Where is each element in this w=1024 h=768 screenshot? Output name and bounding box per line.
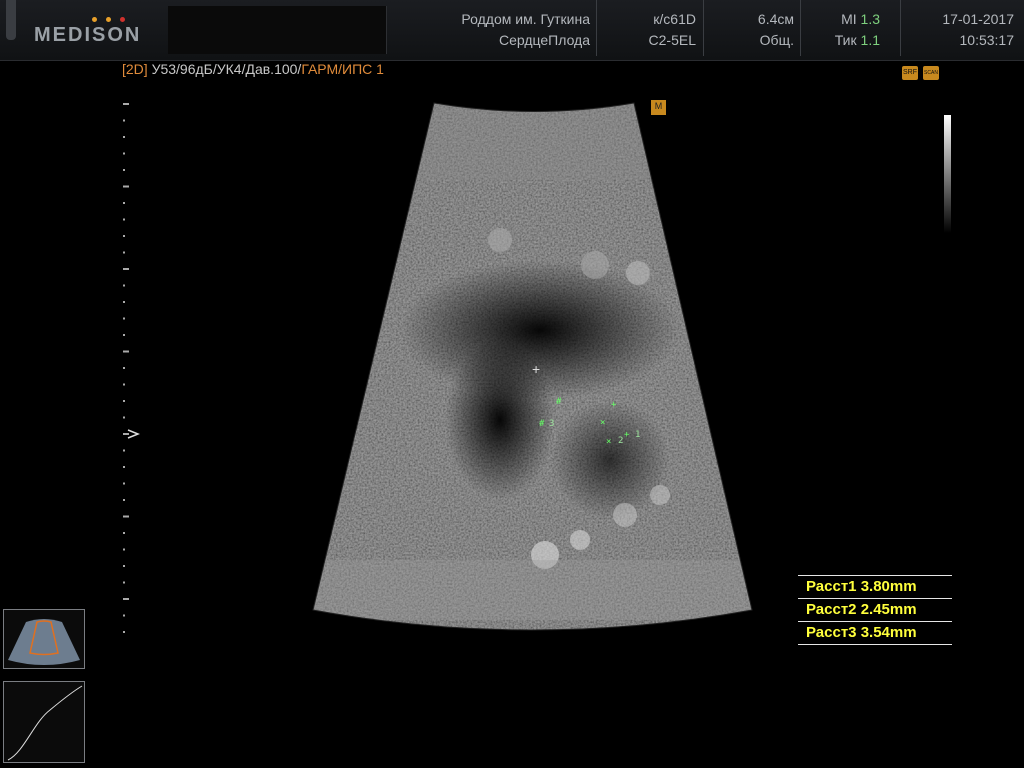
measurement-row: Расст2 2.45mm [798,599,952,622]
depth-tick [123,515,129,518]
caliper-mark[interactable]: + [611,400,616,410]
gain-curve-thumbnail[interactable] [3,681,85,763]
depth-tick [123,334,125,336]
depth-tick [123,532,125,534]
caliper-mark[interactable]: × [606,437,611,447]
sector-thumbnail-icon [8,619,80,665]
depth-tick [123,466,125,468]
caliper-mark[interactable]: # [539,419,544,429]
measurement-row: Расст3 3.54mm [798,622,952,645]
depth-tick [123,268,129,270]
focus-marker-icon [127,429,140,439]
depth-tick [123,499,125,501]
depth-tick [123,383,125,386]
depth-tick [123,103,129,105]
grayscale-bar [944,115,951,233]
depth-tick [123,598,129,600]
crosshair-cursor[interactable]: + [532,361,540,377]
caliper-mark[interactable]: # [556,397,561,407]
depth-tick [123,548,125,551]
depth-tick [123,284,125,287]
depth-scale [123,103,140,633]
caliper-label-3: 3 [549,419,555,429]
depth-tick [123,119,125,122]
depth-tick [123,202,125,204]
depth-tick [123,433,129,435]
measurement-row: Расст1 3.80mm [798,575,952,599]
caliper-mark[interactable]: + [624,430,629,440]
depth-tick [123,185,129,188]
depth-tick [123,251,125,254]
depth-tick [123,400,125,402]
depth-tick [123,301,125,303]
depth-tick [123,614,125,617]
depth-tick [123,565,125,567]
depth-tick [123,152,125,155]
orientation-marker-label: M [654,101,663,111]
depth-tick [123,136,125,138]
depth-tick [123,581,125,584]
depth-tick [123,482,125,485]
caliper-label-2: 2 [618,436,624,446]
probe-sector-thumbnail[interactable] [3,609,85,669]
caliper-label-1: 1 [635,430,641,440]
depth-tick [123,416,125,419]
depth-tick [123,350,129,353]
measurement-results: Расст1 3.80mm Расст2 2.45mm Расст3 3.54m… [798,575,952,645]
caliper-mark[interactable]: × [600,418,605,428]
depth-tick [123,449,125,452]
depth-tick [123,235,125,237]
gain-curve-icon [7,685,83,761]
depth-tick [123,631,125,633]
depth-tick [123,317,125,320]
ultrasound-image [312,100,753,631]
depth-tick [123,367,125,369]
depth-tick [123,218,125,221]
depth-tick [123,169,125,171]
